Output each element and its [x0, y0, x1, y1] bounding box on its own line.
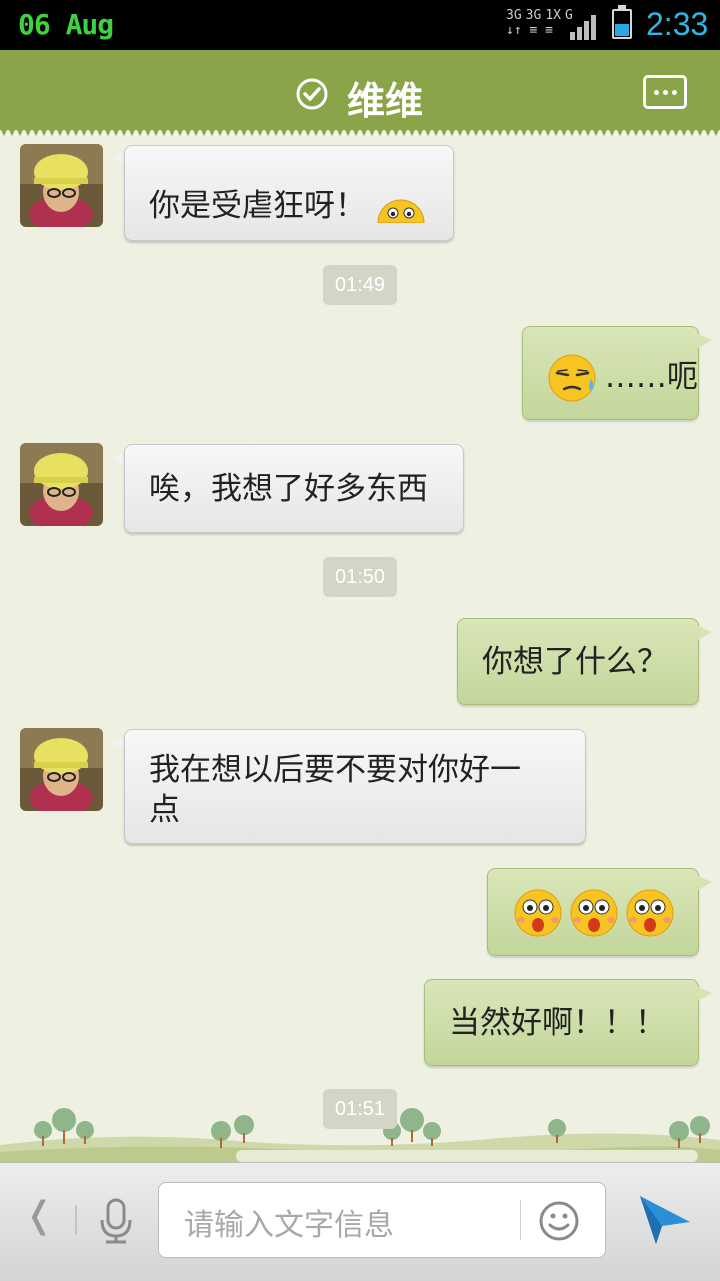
divider — [520, 1200, 521, 1240]
message-text-line: 点 — [149, 792, 180, 828]
chat-more-icon[interactable] — [643, 75, 687, 109]
timestamp: 01:51 — [323, 1089, 397, 1129]
microphone-icon[interactable] — [96, 1196, 136, 1246]
bubble-tail — [698, 334, 712, 348]
peeking-face-icon — [377, 199, 425, 223]
header-edge — [0, 128, 720, 138]
signal-icon — [570, 14, 600, 40]
divider — [75, 1205, 77, 1235]
message-bubble-incoming[interactable]: 你是受虐狂呀！ — [124, 145, 454, 241]
message-bubble-outgoing[interactable]: 你想了什么？ — [457, 618, 699, 705]
message-text: ……呃 — [604, 358, 698, 395]
shocked-face-icon — [626, 889, 674, 937]
contact-avatar[interactable] — [20, 443, 103, 526]
contact-name: 维维 — [347, 79, 424, 123]
shocked-face-icon — [570, 889, 618, 937]
timestamp: 01:50 — [323, 557, 397, 597]
bubble-tail — [698, 626, 712, 640]
chevron-left-icon[interactable]: ❬ — [24, 1195, 54, 1236]
timestamp: 01:49 — [323, 265, 397, 305]
message-bubble-incoming[interactable]: 唉，我想了好多东西 — [124, 444, 464, 533]
bubble-tail — [698, 987, 712, 1001]
contact-avatar[interactable] — [20, 144, 103, 227]
status-date: 06 Aug — [18, 8, 114, 41]
message-text: 当然好啊！！！ — [449, 1005, 666, 1041]
status-time: 2:33 — [646, 6, 709, 42]
contact-avatar[interactable] — [20, 728, 103, 811]
message-text: 你是受虐狂呀！ — [149, 188, 366, 224]
shocked-face-icon — [514, 889, 562, 937]
message-text: 唉，我想了好多东西 — [149, 471, 428, 507]
status-bar: 06 Aug 3G 3G 1X G ↓↑ ≡ ≡ 2:33 — [0, 0, 720, 50]
sweat-face-icon — [548, 354, 596, 402]
send-icon[interactable] — [636, 1192, 694, 1248]
bubble-tail — [698, 876, 712, 890]
message-text-line: 我在想以后要不要对你好一 — [149, 752, 521, 788]
network-indicator: 3G 3G 1X G ↓↑ ≡ ≡ — [506, 8, 573, 38]
message-bubble-outgoing[interactable]: 当然好啊！！！ — [424, 979, 699, 1066]
check-circle-icon — [296, 78, 328, 110]
message-bubble-incoming[interactable]: 我在想以后要不要对你好一 点 — [124, 729, 586, 844]
message-bubble-outgoing[interactable]: ……呃 — [522, 326, 699, 420]
smiley-icon[interactable] — [538, 1200, 580, 1242]
message-bubble-outgoing[interactable] — [487, 868, 699, 956]
battery-icon — [612, 5, 632, 39]
message-text: 你想了什么？ — [482, 644, 668, 680]
input-placeholder: 请输入文字信息 — [184, 1208, 394, 1243]
